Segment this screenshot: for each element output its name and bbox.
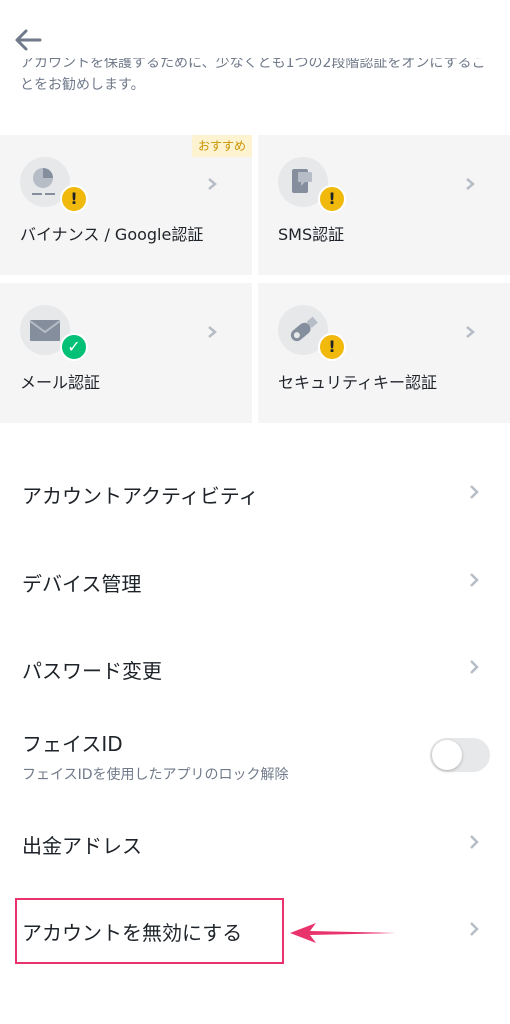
usb-key-icon: ! — [278, 305, 346, 361]
annotation-arrow-icon — [290, 923, 396, 943]
toggle-knob — [432, 740, 462, 770]
warning-icon: ! — [60, 185, 88, 213]
chevron-right-icon — [470, 573, 479, 587]
face-id-description: フェイスIDを使用したアプリのロック解除 — [22, 767, 289, 783]
device-management-item[interactable]: デバイス管理 — [0, 536, 510, 624]
check-icon: ✓ — [60, 333, 88, 361]
card-label: SMS認証 — [278, 225, 345, 244]
password-change-item[interactable]: パスワード変更 — [0, 623, 510, 711]
chevron-right-icon — [470, 835, 479, 849]
menu-label: 出金アドレス — [22, 834, 142, 858]
menu-label: デバイス管理 — [22, 572, 142, 596]
warning-icon: ! — [318, 185, 346, 213]
chevron-right-icon — [470, 485, 479, 499]
sms-card[interactable]: ! SMS認証 — [258, 135, 510, 275]
intro-text-content: アカウントを保護するために、少なくとも1つの2段階認証をオンにすることをお勧めし… — [20, 58, 486, 93]
chevron-right-icon — [208, 178, 217, 190]
chevron-right-icon — [208, 326, 217, 338]
chevron-right-icon — [470, 922, 479, 936]
annotation-highlight-box — [15, 898, 284, 964]
menu-label: アカウントアクティビティ — [22, 484, 259, 508]
card-label: バイナンス / Google認証 — [20, 225, 204, 244]
phone-message-icon: ! — [278, 157, 346, 213]
chevron-right-icon — [466, 326, 475, 338]
card-label: メール認証 — [20, 373, 101, 392]
recommended-badge: おすすめ — [191, 135, 252, 157]
menu-label: パスワード変更 — [22, 659, 162, 683]
face-id-label: フェイスID — [22, 732, 123, 756]
warning-icon: ! — [318, 333, 346, 361]
intro-text: アカウントを保護するために、少なくとも1つの2段階認証をオンにすることをお勧めし… — [20, 58, 490, 106]
security-key-card[interactable]: ! セキュリティキー認証 — [258, 283, 510, 423]
card-label: セキュリティキー認証 — [278, 373, 438, 392]
authenticator-card[interactable]: おすすめ ! バイナンス / Google認証 — [0, 135, 252, 275]
account-activity-item[interactable]: アカウントアクティビティ — [0, 448, 510, 536]
authenticator-icon: ! — [20, 157, 88, 213]
withdrawal-address-item[interactable]: 出金アドレス — [0, 798, 510, 886]
envelope-icon: ✓ — [20, 305, 88, 361]
chevron-right-icon — [466, 178, 475, 190]
back-arrow-icon[interactable] — [12, 26, 44, 54]
face-id-toggle[interactable] — [430, 738, 490, 772]
chevron-right-icon — [470, 660, 479, 674]
email-card[interactable]: ✓ メール認証 — [0, 283, 252, 423]
